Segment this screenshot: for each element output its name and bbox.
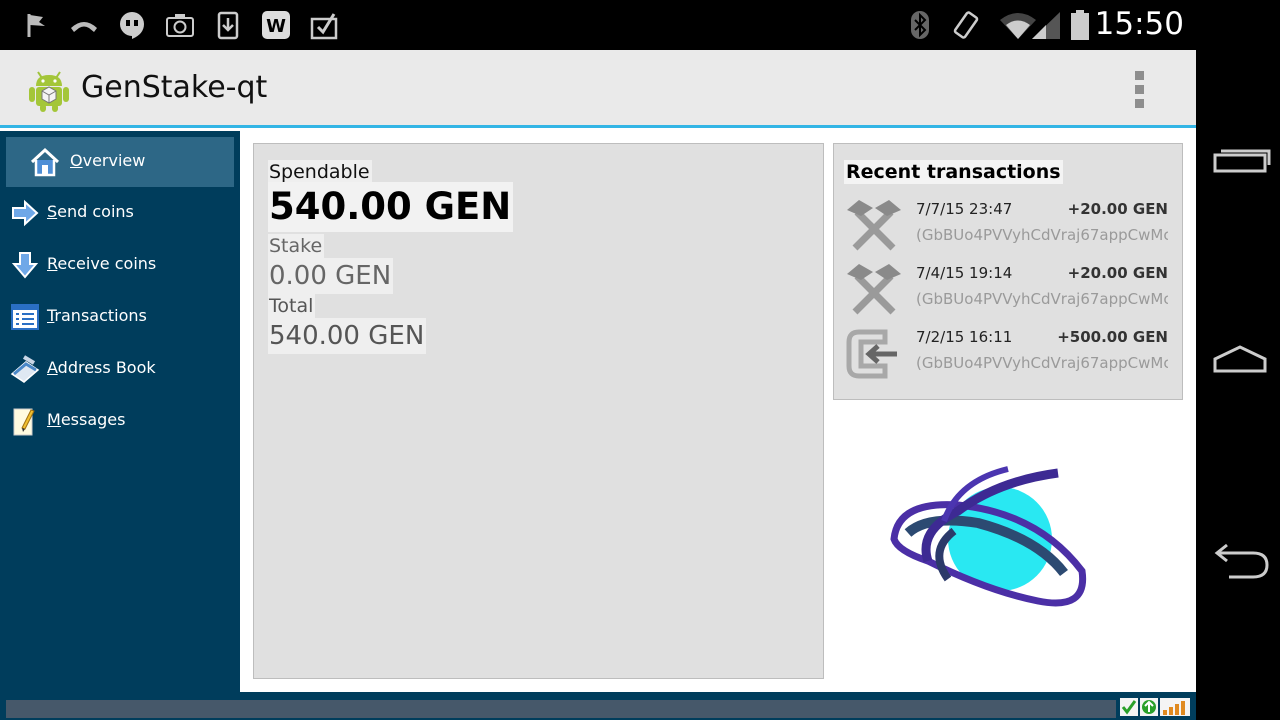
battery-icon bbox=[1068, 9, 1092, 41]
sidebar-item-label: Receive coins bbox=[47, 254, 157, 273]
app-title: GenStake-qt bbox=[81, 70, 268, 105]
connections-signal-icon[interactable] bbox=[1160, 698, 1190, 716]
hangouts-icon bbox=[116, 9, 148, 41]
transaction-address: (GbBUo4PVVyhCdVraj67appCwMc bbox=[916, 226, 1168, 244]
status-bar-clock: 15:50 bbox=[1094, 6, 1184, 42]
sidebar-item-label: Messages bbox=[47, 410, 126, 429]
notification-flag-icon bbox=[20, 9, 52, 41]
stake-value: 0.00 GEN bbox=[268, 258, 394, 294]
send-arrow-icon bbox=[12, 199, 39, 227]
recent-transactions-panel: Recent transactions 7/7/15 23:47 +20.00 … bbox=[833, 143, 1183, 400]
genstake-app-window: GenStake-qt Overview Send coins Receive … bbox=[0, 50, 1196, 720]
recent-apps-button[interactable] bbox=[1208, 136, 1272, 186]
transaction-date: 7/2/15 16:11 bbox=[916, 328, 1013, 346]
back-nav-icon bbox=[1214, 543, 1269, 579]
home-nav-icon bbox=[1213, 345, 1267, 373]
spendable-label: Spendable bbox=[268, 160, 372, 184]
svg-text:W: W bbox=[266, 16, 286, 37]
word-app-icon: W bbox=[260, 9, 292, 41]
sidebar-item-address-book[interactable]: Address Book bbox=[0, 344, 240, 394]
transactions-list-icon bbox=[11, 304, 39, 330]
screen-rotation-icon bbox=[950, 9, 982, 41]
bluetooth-icon bbox=[904, 9, 936, 41]
notepad-icon bbox=[13, 408, 35, 436]
staking-status-icon[interactable] bbox=[1140, 698, 1158, 716]
download-icon bbox=[212, 9, 244, 41]
sidebar-item-messages[interactable]: Messages bbox=[0, 396, 240, 446]
sidebar-item-transactions[interactable]: Transactions bbox=[0, 292, 240, 342]
transaction-address: (GbBUo4PVVyhCdVraj67appCwMc bbox=[916, 354, 1168, 372]
transaction-amount: +20.00 GEN bbox=[1067, 200, 1168, 218]
received-coins-icon bbox=[846, 329, 897, 379]
sidebar-item-label: Send coins bbox=[47, 202, 134, 221]
recent-transactions-title: Recent transactions bbox=[844, 160, 1063, 184]
clipboard-check-icon bbox=[308, 9, 340, 41]
android-navigation-bar bbox=[1196, 50, 1280, 720]
home-icon bbox=[30, 147, 60, 177]
mining-hammers-icon bbox=[847, 264, 901, 315]
total-value: 540.00 GEN bbox=[268, 318, 427, 354]
synced-checkmark-icon[interactable] bbox=[1120, 698, 1138, 716]
sidebar-item-receive-coins[interactable]: Receive coins bbox=[0, 240, 240, 290]
recent-apps-icon bbox=[1213, 149, 1271, 173]
mining-hammers-icon bbox=[847, 200, 901, 251]
transaction-address: (GbBUo4PVVyhCdVraj67appCwMc bbox=[916, 290, 1168, 308]
sync-progress-bar bbox=[6, 700, 1116, 718]
overview-page: Spendable 540.00 GEN Stake 0.00 GEN Tota… bbox=[240, 131, 1196, 692]
sidebar-item-label: Address Book bbox=[47, 358, 156, 377]
transaction-date: 7/7/15 23:47 bbox=[916, 200, 1013, 218]
transaction-row[interactable]: 7/4/15 19:14 +20.00 GEN (GbBUo4PVVyhCdVr… bbox=[834, 258, 1182, 320]
balance-panel: Spendable 540.00 GEN Stake 0.00 GEN Tota… bbox=[253, 143, 824, 679]
android-status-bar: W 15:50 bbox=[0, 0, 1280, 50]
signal-icon bbox=[1030, 9, 1064, 41]
receive-arrow-icon bbox=[11, 252, 39, 279]
sidebar-item-label: Transactions bbox=[47, 306, 147, 325]
action-bar: GenStake-qt bbox=[0, 50, 1196, 128]
home-button[interactable] bbox=[1208, 334, 1272, 384]
camera-icon bbox=[164, 9, 196, 41]
transaction-date: 7/4/15 19:14 bbox=[916, 264, 1013, 282]
address-book-icon bbox=[10, 355, 40, 383]
genstake-galaxy-logo bbox=[890, 466, 1087, 607]
android-robot-icon[interactable] bbox=[28, 66, 70, 112]
sidebar-navigation: Overview Send coins Receive coins Transa… bbox=[0, 131, 240, 692]
sidebar-item-send-coins[interactable]: Send coins bbox=[0, 188, 240, 238]
transaction-amount: +20.00 GEN bbox=[1067, 264, 1168, 282]
wallet-status-bar bbox=[0, 692, 1196, 720]
back-button[interactable] bbox=[1208, 534, 1272, 584]
transaction-row[interactable]: 7/7/15 23:47 +20.00 GEN (GbBUo4PVVyhCdVr… bbox=[834, 194, 1182, 256]
stake-label: Stake bbox=[268, 234, 325, 258]
spendable-value: 540.00 GEN bbox=[268, 182, 514, 232]
overflow-menu-icon[interactable] bbox=[1126, 68, 1154, 112]
total-label: Total bbox=[268, 294, 316, 318]
missed-call-icon bbox=[68, 9, 100, 41]
sidebar-item-label: Overview bbox=[70, 151, 146, 170]
transaction-amount: +500.00 GEN bbox=[1057, 328, 1168, 346]
transaction-row[interactable]: 7/2/15 16:11 +500.00 GEN (GbBUo4PVVyhCdV… bbox=[834, 322, 1182, 384]
sidebar-item-overview[interactable]: Overview bbox=[6, 137, 234, 187]
